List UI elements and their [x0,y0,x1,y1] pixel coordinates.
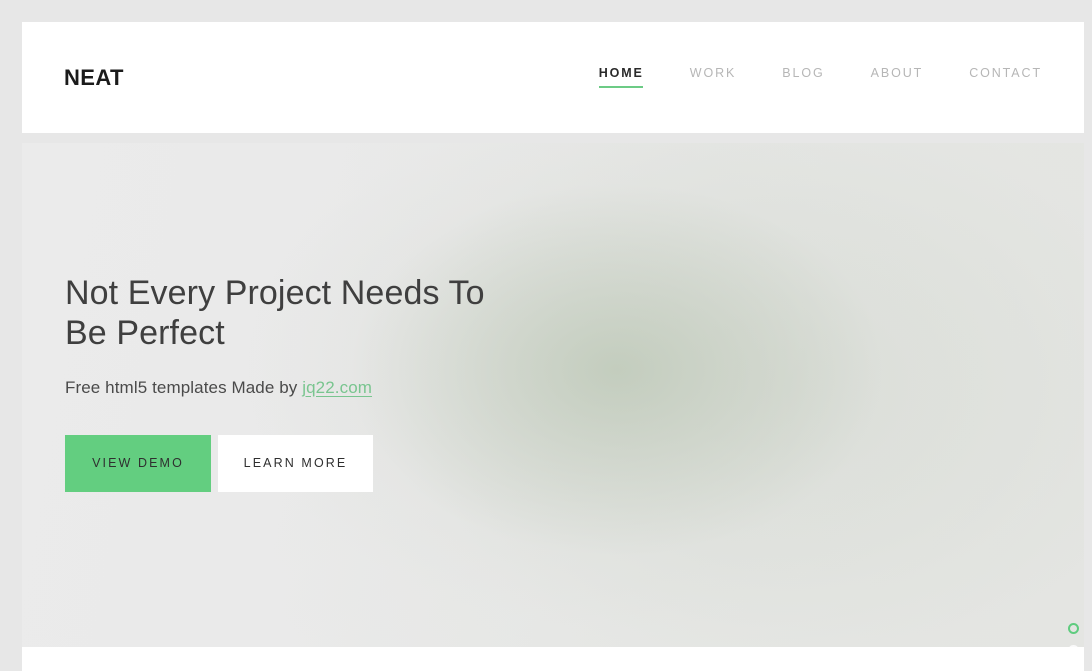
nav-item-contact[interactable]: CONTACT [969,67,1042,89]
nav-item-blog[interactable]: BLOG [782,67,824,89]
slider-pagination [1067,623,1079,647]
site-header: NEAT HOME WORK BLOG ABOUT CONTACT [22,22,1084,133]
nav-item-about[interactable]: ABOUT [871,67,924,89]
brand-logo[interactable]: NEAT [64,66,124,89]
nav-item-home[interactable]: HOME [598,67,644,89]
hero-subtitle-text: Free html5 templates Made by [65,378,303,397]
next-section [22,647,1084,671]
hero-actions: VIEW DEMO LEARN MORE [65,435,373,492]
page-root: NEAT HOME WORK BLOG ABOUT CONTACT Not Ev… [0,0,1092,671]
learn-more-button[interactable]: LEARN MORE [218,435,373,492]
hero-content: Not Every Project Needs To Be Perfect Fr… [65,143,705,647]
hero-credit-link[interactable]: jq22.com [302,378,372,397]
hero-title: Not Every Project Needs To Be Perfect [65,274,485,352]
hero-subtitle: Free html5 templates Made by jq22.com [65,379,372,396]
hero-section: Not Every Project Needs To Be Perfect Fr… [22,143,1084,647]
nav-item-work[interactable]: WORK [690,67,737,89]
main-navigation: HOME WORK BLOG ABOUT CONTACT [598,67,1042,89]
slider-dot-1[interactable] [1067,623,1079,634]
view-demo-button[interactable]: VIEW DEMO [65,435,211,492]
